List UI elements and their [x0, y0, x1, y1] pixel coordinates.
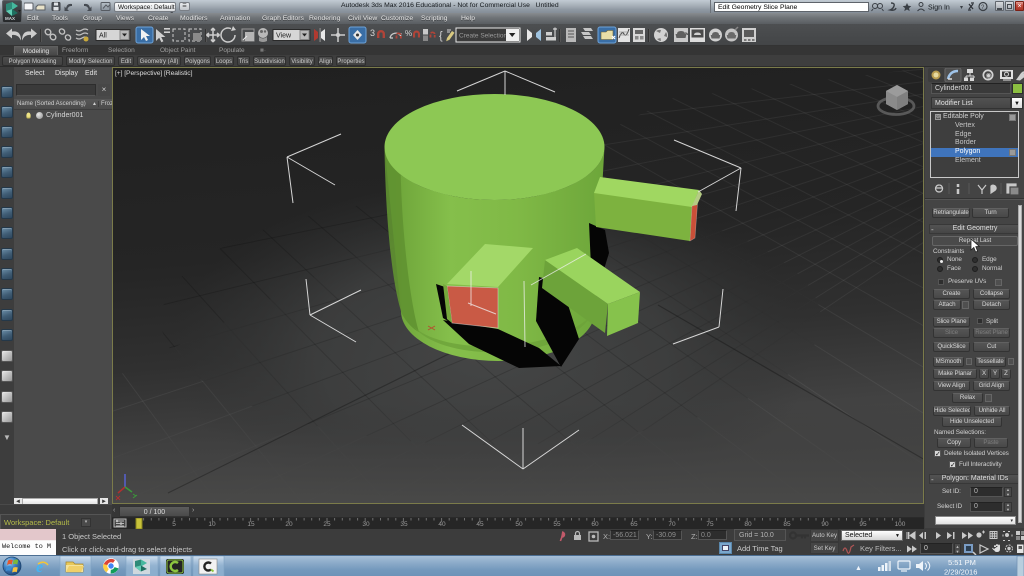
- svg-text:55: 55: [553, 521, 561, 528]
- svg-text:▲: ▲: [855, 565, 862, 572]
- svg-text:35: 35: [400, 521, 408, 528]
- svg-text:View: View: [276, 33, 292, 40]
- svg-text:5:51 PM: 5:51 PM: [948, 558, 976, 567]
- svg-text:50: 50: [515, 521, 523, 528]
- svg-text:5: 5: [172, 521, 176, 528]
- svg-text:MAX: MAX: [5, 16, 15, 21]
- svg-text:30: 30: [362, 521, 370, 528]
- svg-text:10: 10: [208, 521, 216, 528]
- svg-text:100: 100: [895, 521, 906, 528]
- svg-text:45: 45: [476, 521, 484, 528]
- svg-text:20: 20: [285, 521, 293, 528]
- svg-text:All: All: [99, 33, 107, 40]
- svg-text:%: %: [405, 29, 412, 38]
- svg-text:70: 70: [668, 521, 676, 528]
- svg-text:95: 95: [859, 521, 867, 528]
- svg-text:80: 80: [744, 521, 752, 528]
- svg-text:3: 3: [370, 28, 375, 38]
- svg-text:60: 60: [591, 521, 599, 528]
- svg-text:2/29/2016: 2/29/2016: [944, 568, 977, 576]
- svg-text:75: 75: [706, 521, 714, 528]
- svg-text:25: 25: [323, 521, 331, 528]
- svg-text:▾: ▾: [960, 5, 963, 11]
- svg-text:◉: ◉: [986, 72, 992, 80]
- svg-text:15: 15: [247, 521, 255, 528]
- svg-text:90: 90: [821, 521, 829, 528]
- svg-text:Sign In: Sign In: [928, 5, 950, 12]
- svg-text:85: 85: [783, 521, 791, 528]
- svg-text:40: 40: [438, 521, 446, 528]
- svg-text:65: 65: [630, 521, 638, 528]
- svg-text:{: {: [439, 30, 443, 42]
